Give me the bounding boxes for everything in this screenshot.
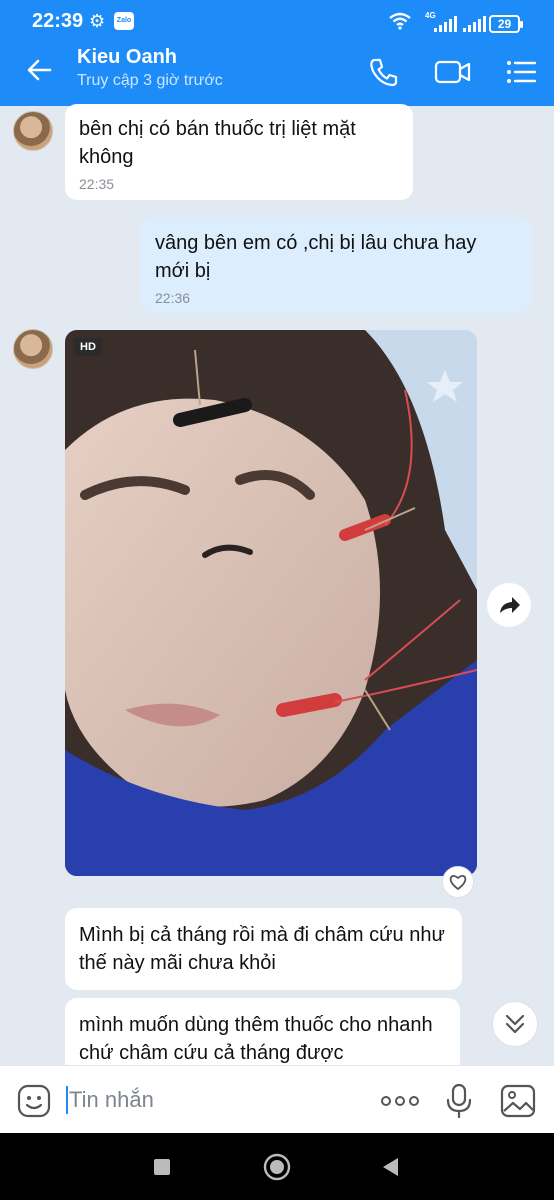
emoji-icon[interactable] [16,1083,52,1119]
text-cursor [66,1086,68,1114]
arrow-left-icon[interactable] [24,54,56,86]
message-bubble-outgoing[interactable]: vâng bên em có ,chị bị lâu chưa hay mới … [141,217,530,313]
photo-message[interactable] [65,330,477,876]
double-chevron-down-icon[interactable] [492,1001,538,1047]
more-dots-icon[interactable] [380,1093,420,1109]
share-arrow-icon[interactable] [487,583,531,627]
message-time: 22:35 [79,176,115,192]
message-text: Mình bị cả tháng rồi mà đi châm cứu như … [79,924,445,974]
battery-indicator: 29 [489,15,523,33]
contact-avatar[interactable] [13,111,53,151]
signal-bars-icon [434,14,457,32]
hd-badge: HD [74,338,102,356]
photo-content [65,330,477,876]
list-menu-icon[interactable] [503,54,539,90]
message-text: mình muốn dùng thêm thuốc cho nhanh chứ … [79,1014,433,1064]
message-bubble-incoming[interactable]: bên chị có bán thuốc trị liệt mặt không … [65,104,413,200]
recent-apps-icon[interactable] [154,1159,170,1175]
microphone-icon[interactable] [444,1083,474,1119]
heart-icon[interactable] [442,866,474,898]
message-composer: Tin nhắn [0,1065,554,1133]
message-time: 22:36 [155,290,191,306]
wifi-icon [389,12,411,30]
status-bar: 22:39 ⚙ Zalo 4G 29 [0,0,554,40]
back-triangle-icon[interactable] [383,1158,398,1176]
image-icon[interactable] [500,1084,536,1118]
video-camera-icon[interactable] [433,54,473,90]
system-navigation-bar [0,1133,554,1200]
zalo-notification-icon: Zalo [114,12,134,30]
contact-name[interactable]: Kieu Oanh [77,46,177,69]
message-text: vâng bên em có ,chị bị lâu chưa hay mới … [155,232,477,282]
contact-avatar[interactable] [13,329,53,369]
message-text: bên chị có bán thuốc trị liệt mặt không [79,118,356,168]
signal-bars-2-icon [463,14,486,32]
chat-header: Kieu Oanh Truy cập 3 giờ trước [0,40,554,106]
phone-icon[interactable] [366,54,402,90]
status-time: 22:39 [32,10,84,32]
last-seen-status: Truy cập 3 giờ trước [77,72,223,89]
home-icon[interactable] [263,1153,291,1181]
message-input[interactable]: Tin nhắn [69,1087,154,1113]
message-bubble-incoming[interactable]: Mình bị cả tháng rồi mà đi châm cứu như … [65,908,462,990]
gear-icon: ⚙ [89,11,106,31]
